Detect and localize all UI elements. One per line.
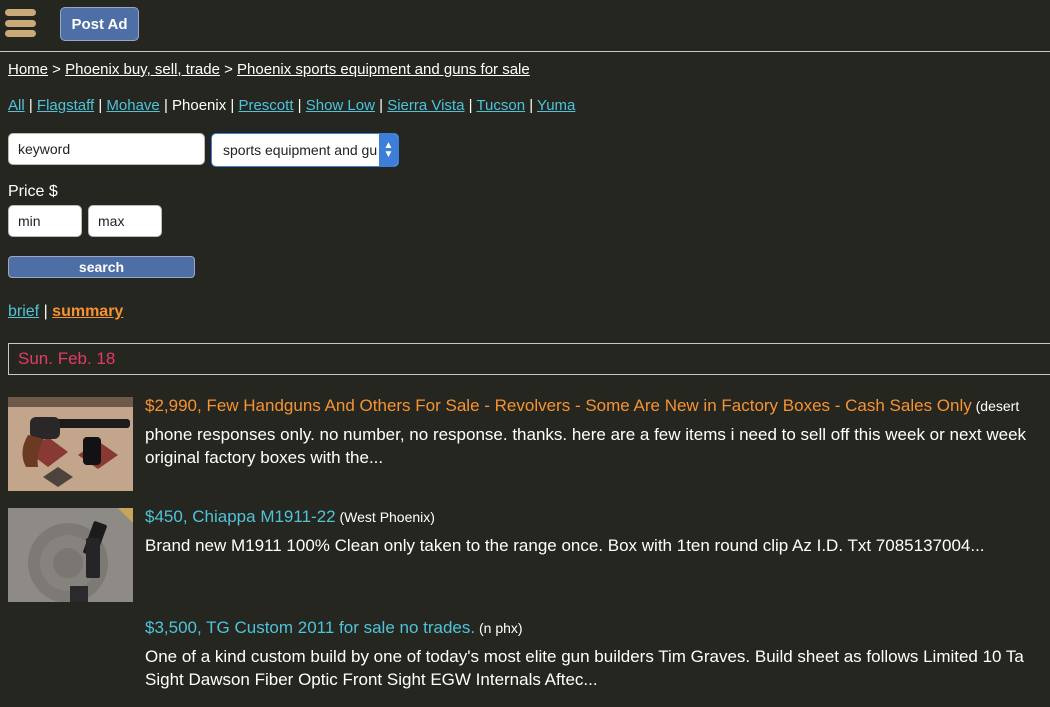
revolver-photo-icon [8, 397, 133, 491]
category-select-value: sports equipment and guns [223, 142, 378, 158]
date-header: Sun. Feb. 18 [8, 343, 1050, 375]
listing-title-link[interactable]: $2,990, Few Handguns And Others For Sale… [145, 396, 972, 415]
breadcrumb-separator: > [219, 61, 238, 78]
top-bar: Post Ad [0, 0, 1050, 52]
city-filter: All | Flagstaff | Mohave | Phoenix | Pre… [8, 97, 575, 114]
city-separator: | [293, 97, 306, 114]
city-separator: | [159, 97, 173, 114]
listing-description: Brand new M1911 100% Clean only taken to… [145, 534, 1050, 557]
listing-description-line: Brand new M1911 100% Clean only taken to… [145, 536, 985, 555]
city-link-all[interactable]: All [8, 97, 25, 114]
listing-title-row: $3,500, TG Custom 2011 for sale no trade… [145, 618, 523, 638]
listing-title-row: $2,990, Few Handguns And Others For Sale… [145, 396, 1019, 416]
city-current-phoenix: Phoenix [172, 97, 227, 114]
city-link-tucson[interactable]: Tucson [476, 97, 525, 114]
view-summary-link[interactable]: summary [52, 303, 123, 320]
keyword-input[interactable]: keyword [8, 133, 205, 165]
breadcrumb-separator: > [48, 61, 66, 78]
listing-description: One of a kind custom build by one of tod… [145, 645, 1050, 691]
hamburger-menu-icon[interactable] [5, 9, 36, 37]
search-button[interactable]: search [8, 256, 195, 278]
listing-title-link[interactable]: $3,500, TG Custom 2011 for sale no trade… [145, 618, 475, 637]
view-toggle: brief | summary [8, 303, 123, 321]
city-separator: | [525, 97, 538, 114]
pistol-photo-icon [8, 508, 133, 602]
listing-thumbnail[interactable] [8, 397, 133, 491]
city-separator: | [24, 97, 37, 114]
city-link-sierra-vista[interactable]: Sierra Vista [387, 97, 464, 114]
city-separator: | [226, 97, 239, 114]
category-select[interactable]: sports equipment and guns ▲ ▼ [211, 133, 399, 167]
listing-location: (West Phoenix) [335, 509, 435, 525]
price-label: Price $ [8, 183, 58, 200]
listing-location: (desert [971, 398, 1020, 414]
price-min-input[interactable]: min [8, 205, 82, 237]
breadcrumb: Home > Phoenix buy, sell, trade > Phoeni… [8, 61, 530, 78]
city-link-prescott[interactable]: Prescott [238, 97, 293, 114]
city-link-show-low[interactable]: Show Low [306, 97, 375, 114]
city-separator: | [94, 97, 107, 114]
breadcrumb-home-link[interactable]: Home [8, 61, 48, 78]
listing-description: phone responses only. no number, no resp… [145, 423, 1050, 469]
city-separator: | [374, 97, 388, 114]
listing-description-line: phone responses only. no number, no resp… [145, 425, 1027, 444]
listing-description-line: Sight Dawson Fiber Optic Front Sight EGW… [145, 670, 598, 689]
city-link-yuma[interactable]: Yuma [537, 97, 575, 114]
city-separator: | [464, 97, 477, 114]
price-max-input[interactable]: max [88, 205, 162, 237]
city-link-flagstaff[interactable]: Flagstaff [37, 97, 94, 114]
listing-description-line: One of a kind custom build by one of tod… [145, 647, 1024, 666]
view-separator: | [39, 303, 53, 320]
select-arrows-icon: ▲ ▼ [379, 134, 398, 166]
listing-title-row: $450, Chiappa M1911-22 (West Phoenix) [145, 507, 435, 527]
listing-description-line: original factory boxes with the... [145, 448, 384, 467]
post-ad-button[interactable]: Post Ad [60, 7, 139, 41]
listing-thumbnail[interactable] [8, 508, 133, 602]
listing-location: (n phx) [475, 620, 523, 636]
city-link-mohave[interactable]: Mohave [106, 97, 159, 114]
breadcrumb-category-link[interactable]: Phoenix sports equipment and guns for sa… [237, 61, 530, 78]
view-brief-link[interactable]: brief [8, 303, 39, 320]
breadcrumb-region-link[interactable]: Phoenix buy, sell, trade [65, 61, 220, 78]
listing-title-link[interactable]: $450, Chiappa M1911-22 [145, 507, 336, 526]
